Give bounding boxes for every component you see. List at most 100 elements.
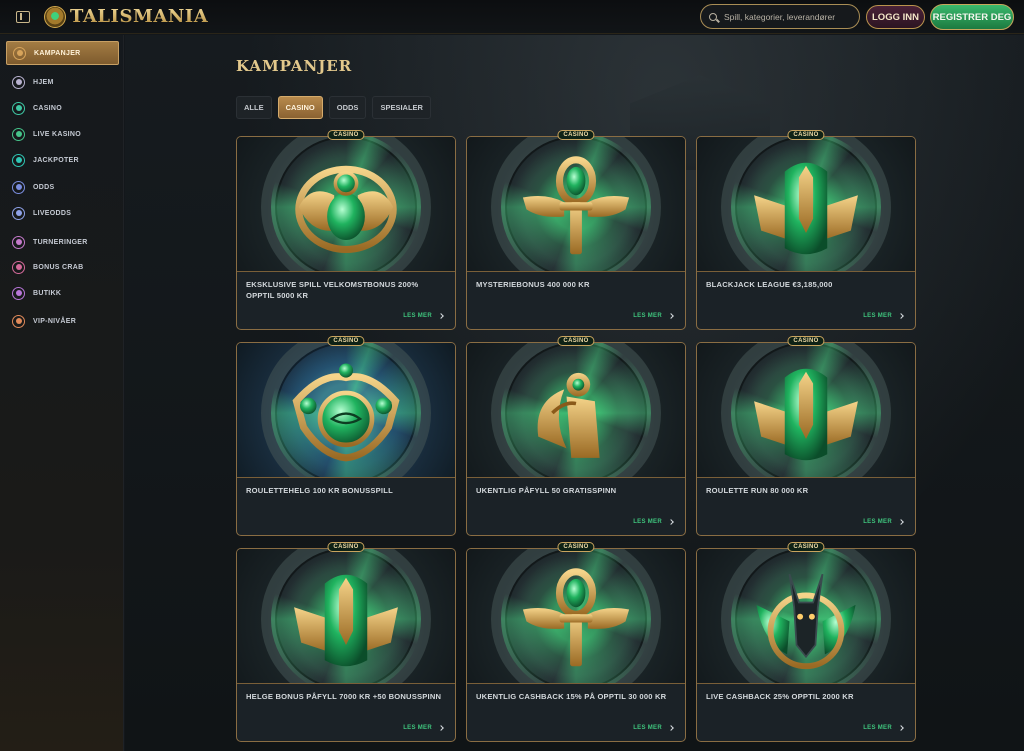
promotion-image[interactable] — [697, 137, 915, 272]
promotion-image[interactable] — [467, 549, 685, 684]
promotion-card[interactable]: CASINO MYSTERIEBONUS 400 000 KR LES MER — [466, 130, 686, 330]
category-badge: CASINO — [557, 130, 595, 140]
category-badge: CASINO — [327, 130, 365, 140]
sidebar-item-label: BONUS CRAB — [33, 263, 84, 271]
promotion-title: UKENTLIG PÅFYLL 50 GRATISSPINN — [476, 486, 617, 495]
promotion-image[interactable] — [697, 343, 915, 478]
read-more-link[interactable]: LES MER — [403, 313, 444, 319]
promotion-card[interactable]: CASINO LIVE CASHBACK 25% OPPTIL 2000 KR LE… — [696, 542, 916, 742]
vip-diamond-icon — [12, 314, 25, 328]
login-button[interactable]: LOGG INN — [866, 5, 925, 29]
shop-icon — [12, 286, 25, 300]
read-more-link[interactable]: LES MER — [863, 519, 904, 525]
tab-alle[interactable]: ALLE — [236, 96, 272, 119]
sidebar-item-kampanjer[interactable]: KAMPANJER — [6, 41, 119, 65]
promotion-image[interactable] — [467, 343, 685, 478]
chevron-right-icon — [898, 725, 904, 731]
promotion-title: EKSKLUSIVE SPILL VELKOMSTBONUS 200% OPPT… — [246, 280, 419, 300]
promotion-card[interactable]: CASINO BLACKJACK LEAGUE €3,185,000 LES MER — [696, 130, 916, 330]
search-input[interactable] — [724, 11, 859, 22]
sidebar-toggle-icon[interactable] — [16, 10, 30, 23]
search-icon — [709, 12, 717, 21]
anubis-head-icon — [697, 549, 915, 683]
winged-ankh-icon — [467, 137, 685, 271]
chevron-right-icon — [438, 313, 444, 319]
promotion-image[interactable] — [237, 549, 455, 684]
read-more-label: LES MER — [633, 519, 662, 525]
promotion-card[interactable]: CASINO HELGE BONUS PÅFYLL 7000 KR +50 BON… — [236, 542, 456, 742]
logo[interactable]: TALISMANIA — [44, 5, 209, 28]
sidebar-item-jackpoter[interactable]: JACKPOTER — [6, 148, 119, 172]
promotion-title: LIVE CASHBACK 25% OPPTIL 2000 KR — [706, 692, 854, 701]
chevron-right-icon — [898, 519, 904, 525]
gift-icon — [13, 46, 26, 60]
sidebar-item-turneringer[interactable]: TURNERINGER — [6, 230, 119, 254]
top-bar: TALISMANIA LOGG INN REGISTRER DEG — [0, 0, 1024, 34]
category-badge: CASINO — [557, 336, 595, 346]
read-more-label: LES MER — [633, 313, 662, 319]
sidebar-item-label: HJEM — [33, 78, 54, 86]
sidebar-item-hjem[interactable]: HJEM — [6, 70, 119, 94]
winged-jackal-icon — [697, 343, 915, 477]
sidebar-item-liveodds[interactable]: LIVEODDS — [6, 201, 119, 225]
promotion-title: MYSTERIEBONUS 400 000 KR — [476, 280, 590, 289]
tab-odds[interactable]: ODDS — [328, 96, 367, 119]
promotion-image[interactable] — [237, 137, 455, 272]
tab-spesialer[interactable]: SPESIALER — [372, 96, 431, 119]
register-button[interactable]: REGISTRER DEG — [930, 4, 1014, 30]
eye-of-horus-icon — [237, 343, 455, 477]
sidebar-item-live-kasino[interactable]: LIVE KASINO — [6, 122, 119, 146]
read-more-label: LES MER — [863, 725, 892, 731]
sidebar-item-label: CASINO — [33, 104, 63, 112]
horus-falcon-icon — [467, 343, 685, 477]
promotion-card[interactable]: CASINO ROULETTEHELG 100 KR BONUSSPILL — [236, 336, 456, 536]
page-title: KAMPANJER — [236, 57, 353, 75]
category-badge: CASINO — [327, 542, 365, 552]
sidebar-item-vip-niv-er[interactable]: VIP-NIVÅER — [6, 309, 119, 333]
read-more-link[interactable]: LES MER — [633, 519, 674, 525]
search-box[interactable] — [700, 4, 860, 29]
winged-jackal-icon — [697, 137, 915, 271]
category-badge: CASINO — [787, 130, 825, 140]
promotion-image[interactable] — [697, 549, 915, 684]
promotion-card[interactable]: CASINO UKENTLIG CASHBACK 15% PÅ OPPTIL 30… — [466, 542, 686, 742]
sidebar-item-odds[interactable]: ODDS — [6, 175, 119, 199]
category-tabs: ALLE CASINO ODDS SPESIALER — [236, 96, 437, 119]
read-more-label: LES MER — [403, 313, 432, 319]
category-badge: CASINO — [787, 336, 825, 346]
category-badge: CASINO — [787, 542, 825, 552]
sidebar: KAMPANJER HJEM CASINO LIVE KASINO JACKPOTER O… — [0, 35, 124, 751]
read-more-link[interactable]: LES MER — [633, 313, 674, 319]
sidebar-item-bonus-crab[interactable]: BONUS CRAB — [6, 255, 119, 279]
read-more-link[interactable]: LES MER — [403, 725, 444, 731]
chevron-right-icon — [668, 313, 674, 319]
promotion-card[interactable]: CASINO ROULETTE RUN 80 000 KR LES MER — [696, 336, 916, 536]
chevron-right-icon — [668, 519, 674, 525]
sidebar-item-label: ODDS — [33, 183, 55, 191]
promotion-title: ROULETTEHELG 100 KR BONUSSPILL — [246, 486, 393, 495]
category-badge: CASINO — [327, 336, 365, 346]
sidebar-item-label: KAMPANJER — [34, 49, 81, 57]
read-more-link[interactable]: LES MER — [863, 725, 904, 731]
read-more-label: LES MER — [863, 313, 892, 319]
category-badge: CASINO — [557, 542, 595, 552]
chevron-right-icon — [668, 725, 674, 731]
sidebar-item-label: VIP-NIVÅER — [33, 317, 77, 325]
jackpot-icon — [12, 153, 25, 167]
logo-text: TALISMANIA — [70, 6, 209, 27]
sidebar-item-casino[interactable]: CASINO — [6, 96, 119, 120]
sidebar-item-butikk[interactable]: BUTIKK — [6, 281, 119, 305]
promotion-image[interactable] — [237, 343, 455, 478]
promotion-title: UKENTLIG CASHBACK 15% PÅ OPPTIL 30 000 K… — [476, 692, 667, 701]
read-more-link[interactable]: LES MER — [633, 725, 674, 731]
sidebar-item-label: TURNERINGER — [33, 238, 88, 246]
trophy-icon — [12, 235, 25, 249]
promotion-image[interactable] — [467, 137, 685, 272]
home-icon — [12, 75, 25, 89]
promotion-title: ROULETTE RUN 80 000 KR — [706, 486, 809, 495]
promotion-card[interactable]: CASINO UKENTLIG PÅFYLL 50 GRATISSPINN LES … — [466, 336, 686, 536]
read-more-link[interactable]: LES MER — [863, 313, 904, 319]
promotion-card[interactable]: CASINO EKSKLUSIVE SPILL VELKOMSTBONUS 200… — [236, 130, 456, 330]
chevron-right-icon — [898, 313, 904, 319]
tab-casino[interactable]: CASINO — [277, 96, 323, 119]
